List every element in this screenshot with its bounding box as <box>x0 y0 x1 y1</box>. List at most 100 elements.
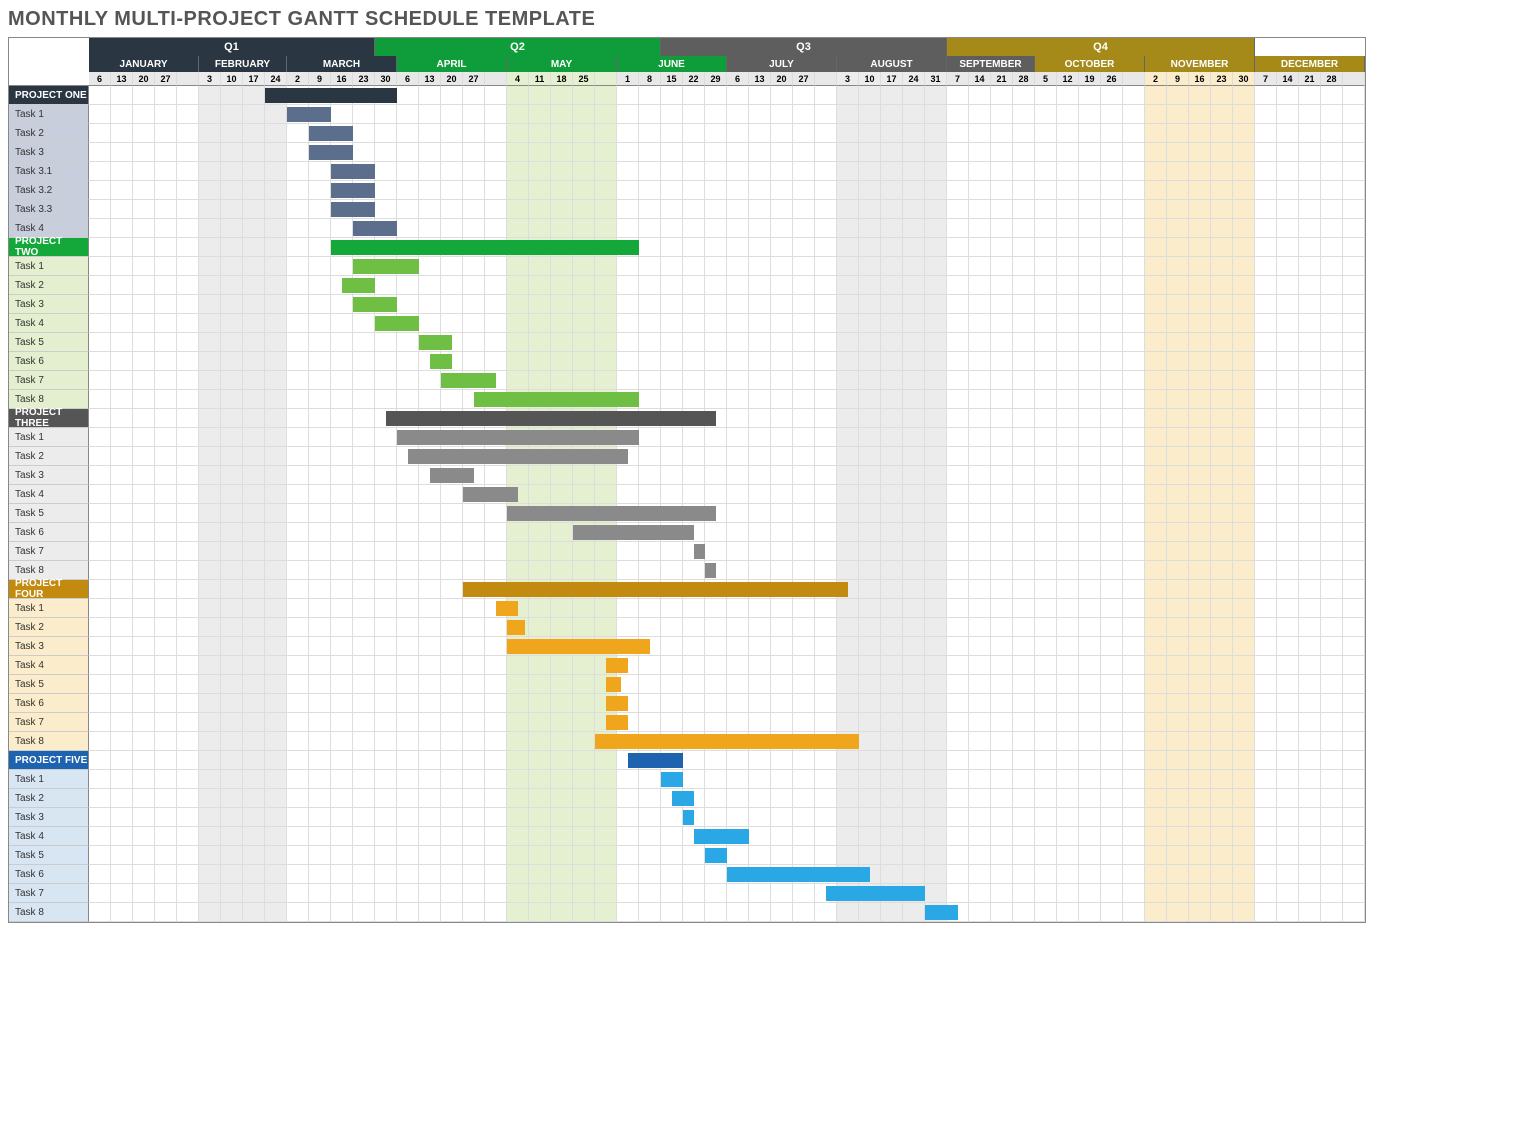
grid-cell <box>1211 694 1233 713</box>
grid-cell <box>1167 637 1189 656</box>
grid-cell <box>397 751 419 770</box>
grid-cell <box>155 390 177 409</box>
row-label: Task 5 <box>9 504 89 523</box>
grid-cell <box>771 390 793 409</box>
grid-cell <box>419 390 441 409</box>
grid-cell <box>243 827 265 846</box>
grid-cell <box>705 390 727 409</box>
task-row: Task 6 <box>9 865 1365 884</box>
grid-cell <box>397 865 419 884</box>
grid-cell <box>177 656 199 675</box>
grid-cell <box>1211 276 1233 295</box>
grid-cell <box>111 827 133 846</box>
grid-cell <box>529 105 551 124</box>
grid-cell <box>1277 162 1299 181</box>
grid-cell <box>243 751 265 770</box>
grid-cell <box>485 884 507 903</box>
grid-cell <box>89 770 111 789</box>
grid-cell <box>177 390 199 409</box>
grid-cell <box>353 789 375 808</box>
grid-cell <box>133 352 155 371</box>
grid-cell <box>1211 561 1233 580</box>
grid-cell <box>243 789 265 808</box>
grid-cell <box>991 314 1013 333</box>
grid-cell <box>1321 618 1343 637</box>
grid-cell <box>1167 371 1189 390</box>
grid-cell <box>683 447 705 466</box>
grid-cell <box>133 656 155 675</box>
grid-cell <box>419 485 441 504</box>
grid-cell <box>705 124 727 143</box>
grid-cell <box>265 846 287 865</box>
grid-cell <box>1101 599 1123 618</box>
grid-cell <box>1321 295 1343 314</box>
grid-cell <box>441 789 463 808</box>
grid-cell <box>1167 884 1189 903</box>
grid-cell <box>1145 903 1167 922</box>
grid-cell <box>1035 656 1057 675</box>
grid-cell <box>463 732 485 751</box>
grid-cell <box>617 276 639 295</box>
grid-cell <box>331 713 353 732</box>
grid-cell <box>1145 694 1167 713</box>
grid-cell <box>727 390 749 409</box>
grid-cell <box>309 257 331 276</box>
row-label: PROJECT FOUR <box>9 580 89 599</box>
grid-cell <box>287 390 309 409</box>
grid-cell <box>375 808 397 827</box>
row-label: Task 4 <box>9 314 89 333</box>
grid-cell <box>793 333 815 352</box>
grid-cell <box>89 884 111 903</box>
grid-cell <box>1255 637 1277 656</box>
grid-cell <box>1101 561 1123 580</box>
grid-cell <box>441 675 463 694</box>
grid-cell <box>1035 884 1057 903</box>
grid-cell <box>397 580 419 599</box>
grid-cell <box>265 504 287 523</box>
grid-cell <box>947 523 969 542</box>
grid-cell <box>331 219 353 238</box>
grid-cell <box>133 257 155 276</box>
grid-cell <box>617 143 639 162</box>
grid-cell <box>815 542 837 561</box>
grid-cell <box>969 333 991 352</box>
grid-cell <box>1101 257 1123 276</box>
grid-cell <box>507 732 529 751</box>
grid-cell <box>1057 447 1079 466</box>
grid-cell <box>485 751 507 770</box>
grid-cell <box>1277 561 1299 580</box>
grid-cell <box>1321 884 1343 903</box>
grid-cell <box>991 770 1013 789</box>
grid-cell <box>1057 238 1079 257</box>
grid-cell <box>859 181 881 200</box>
grid-cell <box>595 618 617 637</box>
day-cell: 3 <box>837 72 859 86</box>
grid-cell <box>881 390 903 409</box>
grid-cell <box>1057 333 1079 352</box>
grid-cell <box>441 846 463 865</box>
grid-cell <box>793 523 815 542</box>
row-label: Task 6 <box>9 694 89 713</box>
month-header-row: JANUARYFEBRUARYMARCHAPRILMAYJUNEJULYAUGU… <box>9 56 1365 72</box>
grid-cell <box>463 827 485 846</box>
grid-cell <box>1057 428 1079 447</box>
grid-cell <box>991 238 1013 257</box>
gantt-bar <box>694 544 705 559</box>
month-cell: NOVEMBER <box>1145 56 1255 72</box>
grid-cell <box>617 200 639 219</box>
task-row: Task 4 <box>9 485 1365 504</box>
grid-cell <box>617 86 639 105</box>
grid-cell <box>705 675 727 694</box>
grid-cell <box>265 694 287 713</box>
task-row: Task 2 <box>9 447 1365 466</box>
grid-cell <box>89 732 111 751</box>
grid-cell <box>595 333 617 352</box>
grid-cell <box>705 352 727 371</box>
grid-cell <box>1189 162 1211 181</box>
grid-cell <box>485 523 507 542</box>
grid-cell <box>617 124 639 143</box>
grid-cell <box>1255 105 1277 124</box>
grid-cell <box>1211 238 1233 257</box>
grid-cell <box>287 162 309 181</box>
grid-cell <box>243 124 265 143</box>
